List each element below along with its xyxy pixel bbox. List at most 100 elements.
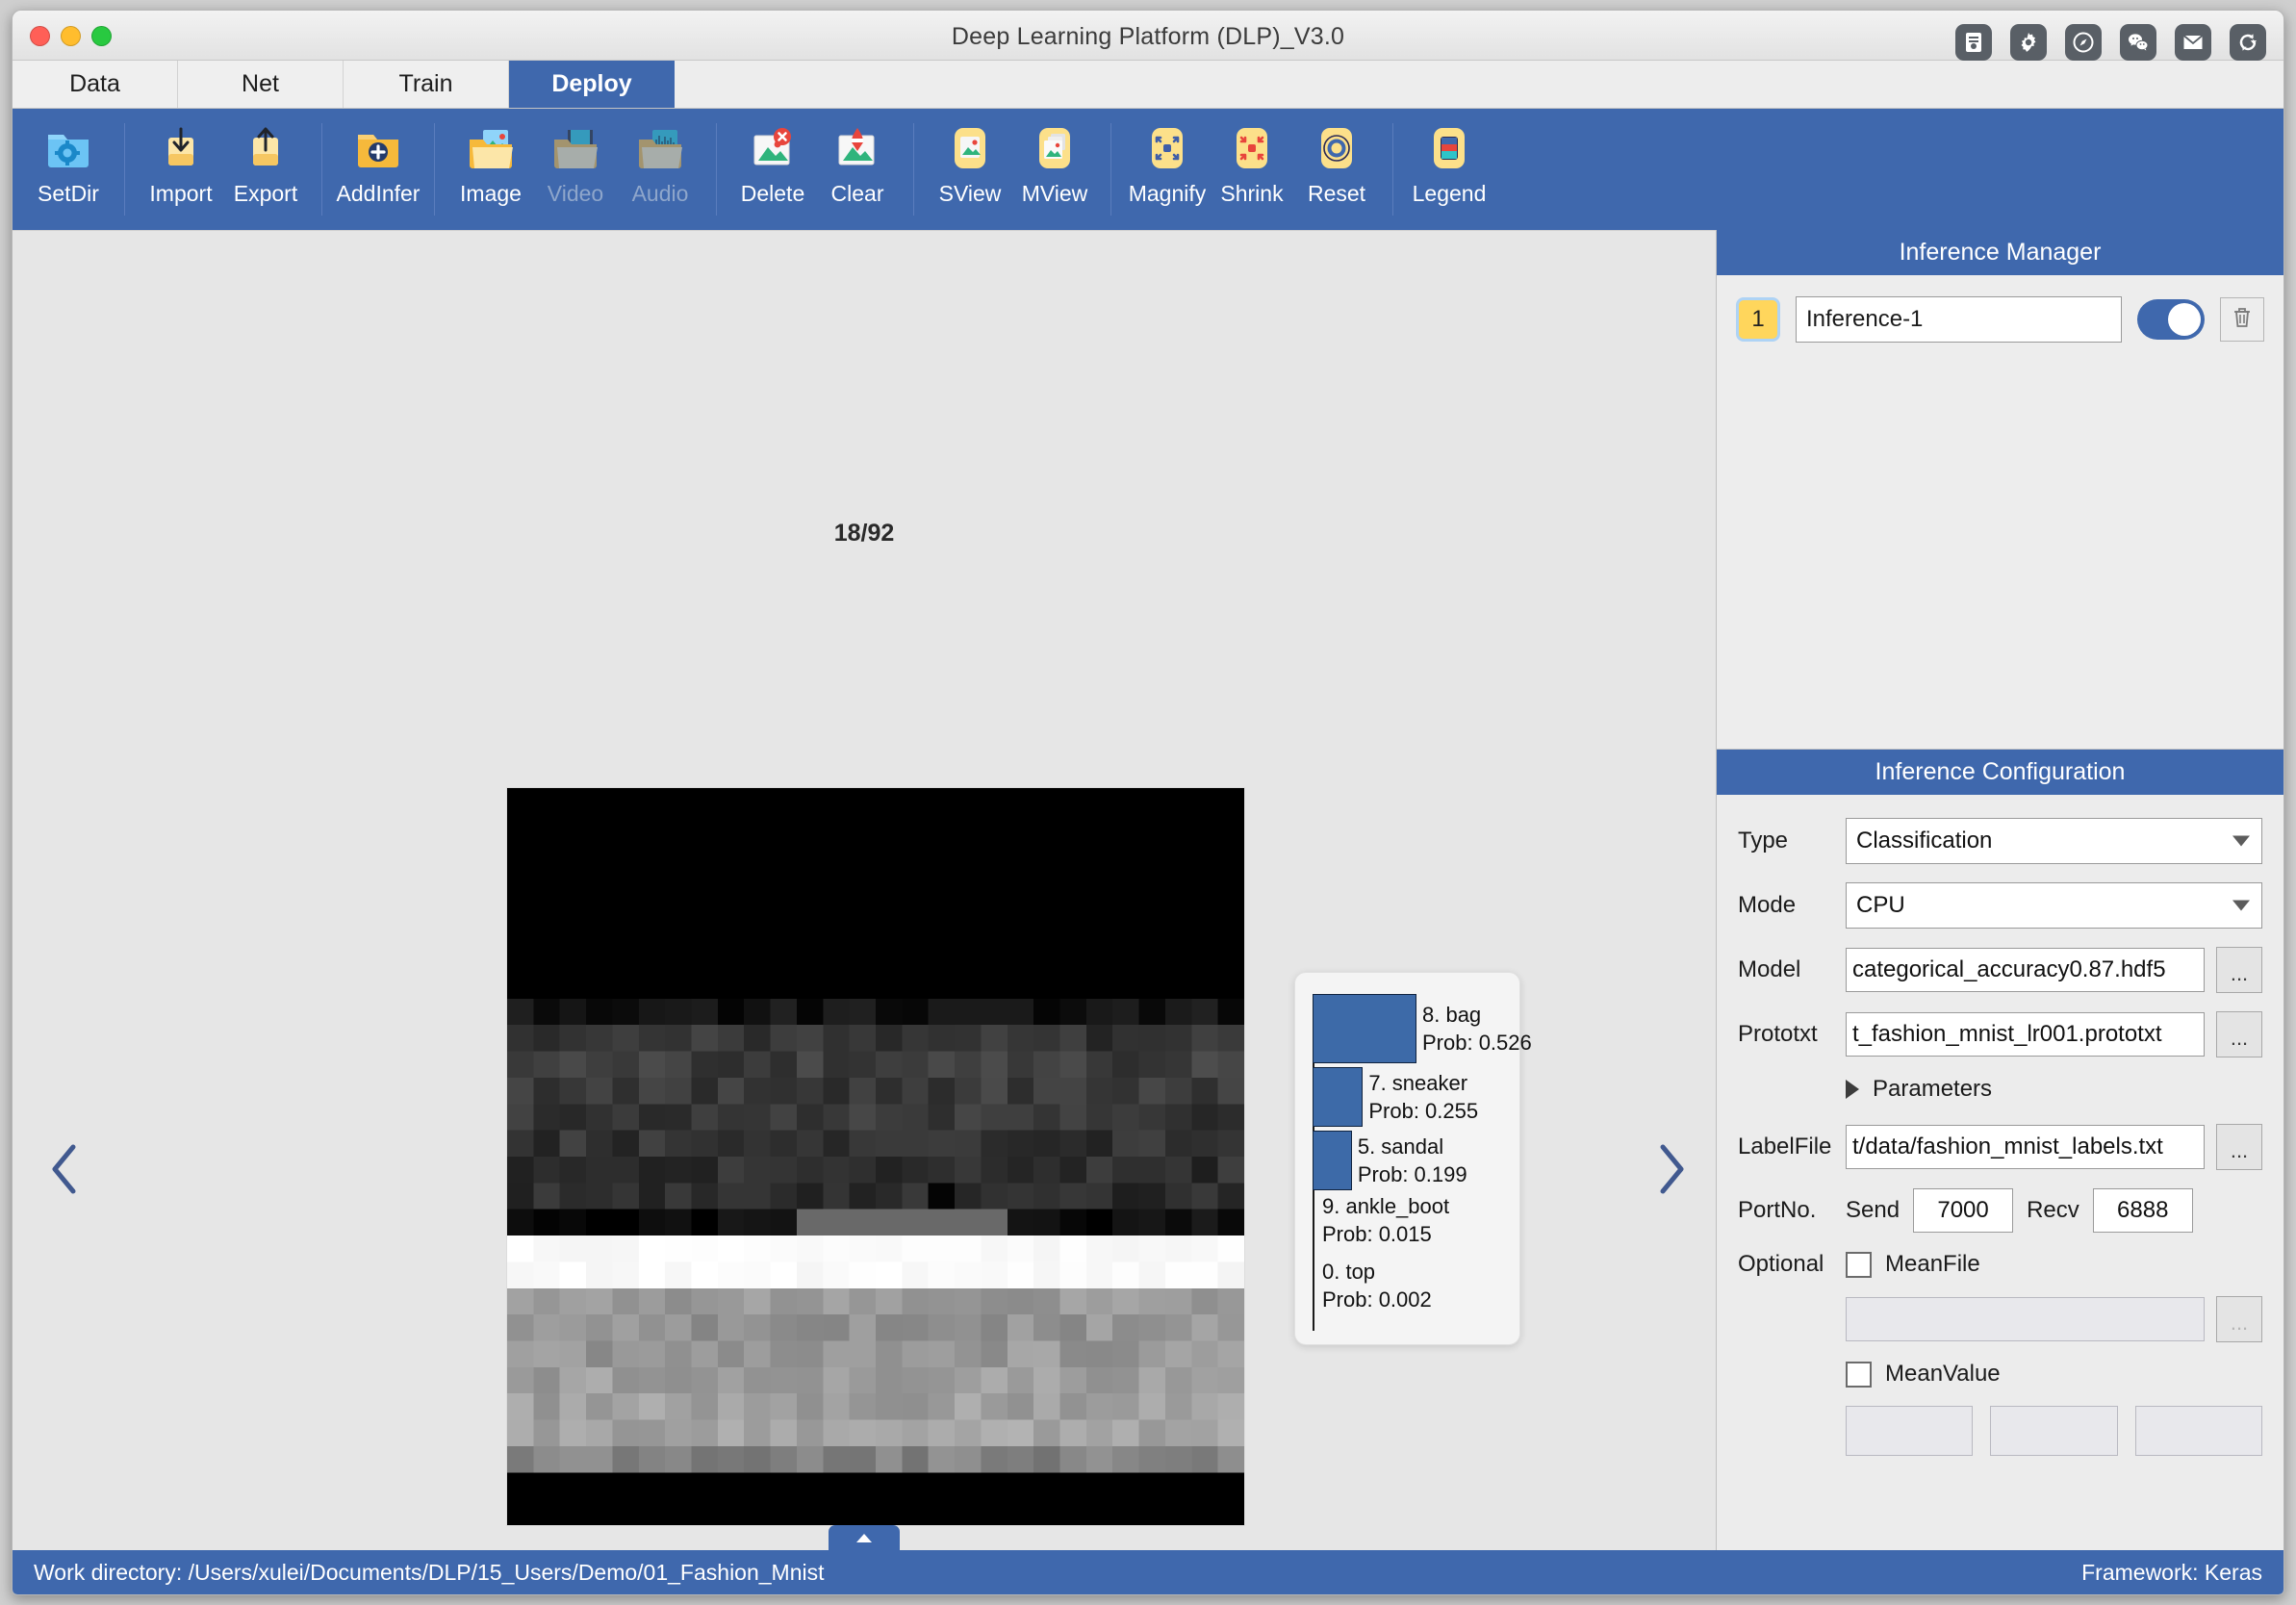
meanvalue-input-2[interactable] bbox=[2135, 1406, 2262, 1456]
chart-row-label: 0. topProb: 0.002 bbox=[1322, 1258, 1432, 1313]
inference-row: 1 Inference-1 bbox=[1736, 296, 2264, 343]
toolbar-button-delete[interactable]: Delete bbox=[730, 121, 815, 217]
legend-icon bbox=[1422, 121, 1476, 175]
next-image-arrow-icon[interactable] bbox=[1648, 1135, 1695, 1203]
inference-manager-body: 1 Inference-1 bbox=[1717, 275, 2283, 749]
toolbar-button-mview[interactable]: MView bbox=[1012, 121, 1097, 217]
inference-enable-toggle[interactable] bbox=[2137, 299, 2205, 340]
status-bar: Work directory: /Users/xulei/Documents/D… bbox=[13, 1550, 2283, 1594]
labelfile-browse-button[interactable]: ... bbox=[2216, 1124, 2262, 1170]
previous-image-arrow-icon[interactable] bbox=[41, 1135, 88, 1203]
folder-audio-icon bbox=[633, 121, 687, 175]
toolbar-label-delete: Delete bbox=[741, 181, 804, 207]
field-optional-meanfile: Optional MeanFile bbox=[1738, 1251, 2262, 1278]
toolbar-label-magnify: Magnify bbox=[1129, 181, 1207, 207]
gear-icon[interactable] bbox=[2010, 24, 2047, 61]
single-view-icon bbox=[943, 121, 997, 175]
send-port-input[interactable]: 7000 bbox=[1913, 1188, 2013, 1233]
expand-panel-tab[interactable] bbox=[829, 1525, 900, 1550]
toolbar-button-addinfer[interactable]: AddInfer bbox=[336, 121, 421, 217]
prototxt-input[interactable]: t_fashion_mnist_lr001.prototxt bbox=[1846, 1012, 2205, 1057]
toolbar-label-shrink: Shrink bbox=[1220, 181, 1283, 207]
toolbar-separator bbox=[1392, 123, 1393, 216]
folder-gear-icon bbox=[41, 121, 95, 175]
image-canvas[interactable]: 18/92 8. bagProb: 0.5267. sneakerProb: 0… bbox=[13, 230, 1716, 1550]
refresh-icon[interactable] bbox=[2230, 24, 2266, 61]
tab-deploy[interactable]: Deploy bbox=[509, 61, 675, 108]
mail-icon[interactable] bbox=[2175, 24, 2211, 61]
field-type: Type Classification bbox=[1738, 818, 2262, 864]
meanvalue-checkbox[interactable] bbox=[1846, 1362, 1872, 1388]
field-mode: Mode CPU bbox=[1738, 882, 2262, 929]
deploy-toolbar: SetDir Import Export bbox=[13, 109, 2283, 230]
parameters-disclosure[interactable]: Parameters bbox=[1846, 1076, 2262, 1103]
chart-class-name: 5. sandal bbox=[1358, 1133, 1467, 1160]
toolbar-separator bbox=[716, 123, 717, 216]
field-meanfile-path: ... bbox=[1738, 1296, 2262, 1342]
toolbar-button-shrink[interactable]: Shrink bbox=[1210, 121, 1294, 217]
labelfile-label: LabelFile bbox=[1738, 1134, 1846, 1160]
meanvalue-input-1[interactable] bbox=[1990, 1406, 2117, 1456]
chart-prob-value: Prob: 0.526 bbox=[1422, 1029, 1532, 1057]
reset-circle-icon bbox=[1310, 121, 1364, 175]
inference-delete-button[interactable] bbox=[2220, 297, 2264, 342]
multi-view-icon bbox=[1028, 121, 1082, 175]
field-model: Model categorical_accuracy0.87.hdf5 ... bbox=[1738, 947, 2262, 993]
chart-prob-value: Prob: 0.002 bbox=[1322, 1286, 1432, 1313]
toolbar-button-magnify[interactable]: Magnify bbox=[1125, 121, 1210, 217]
chart-row: 5. sandalProb: 0.199 bbox=[1313, 1131, 1467, 1190]
meanfile-browse-button[interactable]: ... bbox=[2216, 1296, 2262, 1342]
system-icon-tray bbox=[1955, 24, 2266, 61]
toolbar-separator bbox=[913, 123, 914, 216]
inference-name-input[interactable]: Inference-1 bbox=[1796, 296, 2122, 343]
chart-class-name: 0. top bbox=[1322, 1258, 1432, 1286]
work-directory-text: Work directory: /Users/xulei/Documents/D… bbox=[34, 1560, 825, 1586]
toolbar-separator bbox=[434, 123, 435, 216]
main-tab-bar: Data Net Train Deploy bbox=[13, 61, 2283, 109]
mode-select[interactable]: CPU bbox=[1846, 882, 2262, 929]
meanvalue-input-0[interactable] bbox=[1846, 1406, 1973, 1456]
model-browse-button[interactable]: ... bbox=[2216, 947, 2262, 993]
meanfile-checkbox[interactable] bbox=[1846, 1252, 1872, 1278]
certificate-icon[interactable] bbox=[1955, 24, 1992, 61]
toolbar-label-legend: Legend bbox=[1413, 181, 1487, 207]
toolbar-button-clear[interactable]: Clear bbox=[815, 121, 900, 217]
inference-index-badge[interactable]: 1 bbox=[1736, 297, 1780, 342]
chart-row-label: 5. sandalProb: 0.199 bbox=[1358, 1131, 1467, 1190]
toolbar-button-legend[interactable]: Legend bbox=[1407, 121, 1492, 217]
tab-train[interactable]: Train bbox=[344, 61, 509, 108]
image-clear-icon bbox=[830, 121, 884, 175]
meanfile-path-input[interactable] bbox=[1846, 1297, 2205, 1341]
tab-net[interactable]: Net bbox=[178, 61, 344, 108]
labelfile-input[interactable]: t/data/fashion_mnist_labels.txt bbox=[1846, 1125, 2205, 1169]
toolbar-group-setdir: SetDir bbox=[26, 123, 111, 216]
chart-bar bbox=[1313, 1192, 1316, 1248]
toolbar-group-zoom: Magnify Shrink Reset bbox=[1125, 123, 1379, 216]
chart-prob-value: Prob: 0.199 bbox=[1358, 1160, 1467, 1188]
toolbar-button-sview[interactable]: SView bbox=[928, 121, 1012, 217]
toolbar-button-setdir[interactable]: SetDir bbox=[26, 121, 111, 217]
prototxt-browse-button[interactable]: ... bbox=[2216, 1011, 2262, 1057]
type-select[interactable]: Classification bbox=[1846, 818, 2262, 864]
meanfile-label: MeanFile bbox=[1885, 1251, 1980, 1278]
prediction-bar-chart: 8. bagProb: 0.5267. sneakerProb: 0.2555.… bbox=[1313, 988, 1508, 1333]
tab-data[interactable]: Data bbox=[13, 61, 178, 108]
compass-icon[interactable] bbox=[2065, 24, 2102, 61]
type-label: Type bbox=[1738, 828, 1846, 854]
recv-label: Recv bbox=[2027, 1197, 2079, 1224]
toolbar-button-image[interactable]: Image bbox=[448, 121, 533, 217]
model-input[interactable]: categorical_accuracy0.87.hdf5 bbox=[1846, 948, 2205, 992]
toolbar-label-clear: Clear bbox=[831, 181, 884, 207]
toolbar-group-view: SView MView bbox=[928, 123, 1097, 216]
folder-image-icon bbox=[464, 121, 518, 175]
wechat-icon[interactable] bbox=[2120, 24, 2156, 61]
toolbar-button-export[interactable]: Export bbox=[223, 121, 308, 217]
toolbar-button-reset[interactable]: Reset bbox=[1294, 121, 1379, 217]
toolbar-button-audio[interactable]: Audio bbox=[618, 121, 702, 217]
sample-image[interactable] bbox=[506, 787, 1245, 1526]
toolbar-button-import[interactable]: Import bbox=[139, 121, 223, 217]
toolbar-button-video[interactable]: Video bbox=[533, 121, 618, 217]
parameters-label: Parameters bbox=[1873, 1076, 1992, 1103]
folder-plus-icon bbox=[351, 121, 405, 175]
recv-port-input[interactable]: 6888 bbox=[2093, 1188, 2193, 1233]
